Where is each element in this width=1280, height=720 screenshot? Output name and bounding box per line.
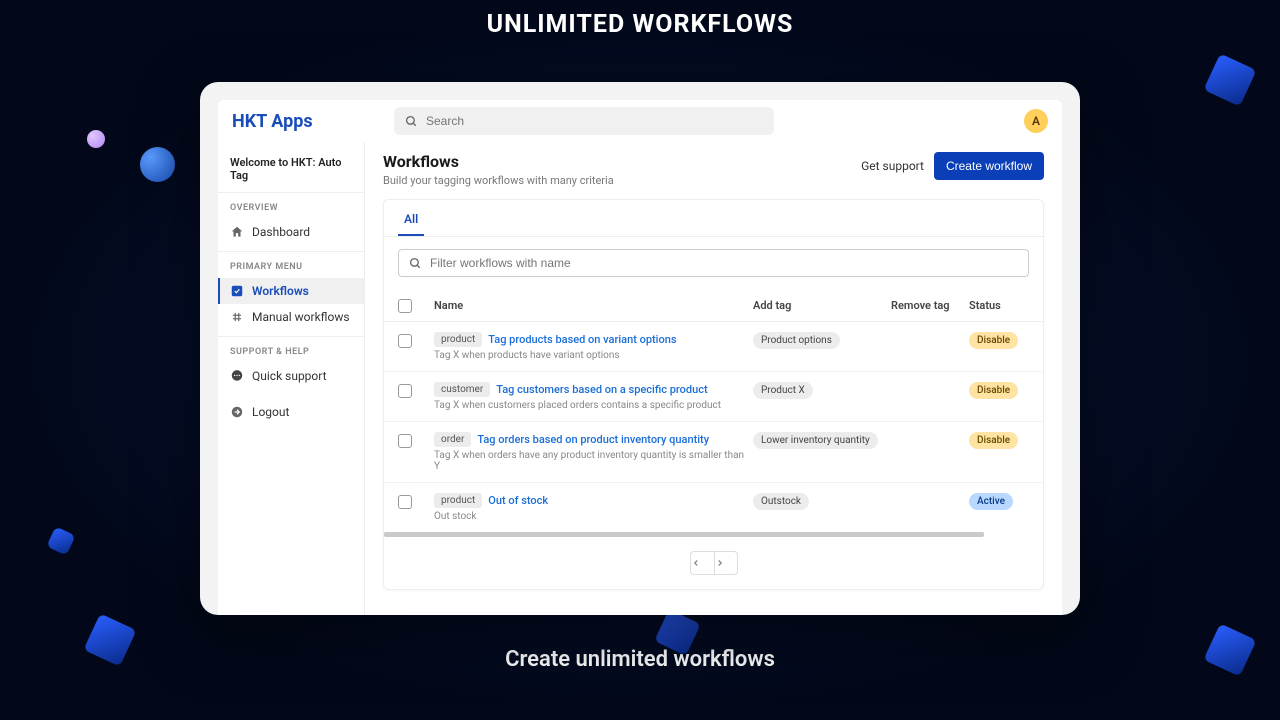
sidebar-item-label: Manual workflows [252, 310, 350, 324]
search-input[interactable] [426, 114, 764, 128]
home-icon [230, 225, 244, 239]
add-tag-pill: Product options [753, 332, 840, 349]
row-checkbox[interactable] [398, 495, 412, 509]
col-status: Status [969, 299, 1029, 312]
main-content: Workflows Build your tagging workflows w… [365, 142, 1062, 615]
sidebar-item-logout[interactable]: Logout [218, 399, 364, 425]
workflows-panel: All Name Add tag Remove tag [383, 199, 1044, 590]
page-title: Workflows [383, 152, 614, 171]
status-badge: Active [969, 493, 1013, 510]
workflow-link[interactable]: Out of stock [488, 494, 548, 507]
search-icon [409, 257, 422, 270]
chat-icon [230, 369, 244, 383]
add-tag-pill: Lower inventory quantity [753, 432, 878, 449]
sidebar-item-label: Workflows [252, 284, 309, 298]
check-icon [230, 284, 244, 298]
workflow-link[interactable]: Tag orders based on product inventory qu… [477, 433, 709, 446]
topbar: HKT Apps A [218, 100, 1062, 142]
sidebar-item-manual[interactable]: Manual workflows [218, 304, 364, 330]
select-all-checkbox[interactable] [398, 299, 412, 313]
row-checkbox[interactable] [398, 434, 412, 448]
welcome-text: Welcome to HKT: Auto Tag [218, 152, 364, 193]
sidebar: Welcome to HKT: Auto Tag OVERVIEW Dashbo… [218, 142, 365, 615]
sidebar-item-label: Quick support [252, 369, 327, 383]
sidebar-heading-support: SUPPORT & HELP [218, 347, 364, 363]
app-window: HKT Apps A Welcome to HKT: Auto Tag OVER… [200, 82, 1080, 615]
col-remove-tag: Remove tag [891, 299, 961, 312]
type-badge: order [434, 432, 471, 447]
sidebar-item-label: Logout [252, 405, 289, 419]
page-subtitle: Build your tagging workflows with many c… [383, 174, 614, 187]
type-badge: product [434, 493, 482, 508]
workflow-desc: Out stock [434, 511, 745, 522]
next-page-button[interactable] [714, 551, 738, 575]
pagination [384, 537, 1043, 589]
get-support-link[interactable]: Get support [861, 159, 924, 173]
type-badge: product [434, 332, 482, 347]
sidebar-item-dashboard[interactable]: Dashboard [218, 219, 364, 245]
workflow-link[interactable]: Tag products based on variant options [488, 333, 676, 346]
add-tag-pill: Outstock [753, 493, 809, 510]
row-checkbox[interactable] [398, 334, 412, 348]
filter-field[interactable] [398, 249, 1029, 277]
hero-subtitle: Create unlimited workflows [0, 647, 1280, 672]
col-name: Name [434, 299, 745, 312]
avatar[interactable]: A [1024, 109, 1048, 133]
search-field[interactable] [394, 107, 774, 135]
workflow-desc: Tag X when customers placed orders conta… [434, 400, 745, 411]
filter-input[interactable] [430, 256, 1018, 270]
col-add-tag: Add tag [753, 299, 883, 312]
sidebar-heading-primary: PRIMARY MENU [218, 262, 364, 278]
status-badge: Disable [969, 382, 1018, 399]
hash-icon [230, 310, 244, 324]
type-badge: customer [434, 382, 490, 397]
row-checkbox[interactable] [398, 384, 412, 398]
brand-logo: HKT Apps [232, 111, 382, 132]
logout-icon [230, 405, 244, 419]
status-badge: Disable [969, 332, 1018, 349]
tab-all[interactable]: All [398, 206, 424, 236]
add-tag-pill: Product X [753, 382, 813, 399]
search-icon [404, 114, 418, 128]
status-badge: Disable [969, 432, 1018, 449]
sidebar-item-label: Dashboard [252, 225, 310, 239]
workflow-desc: Tag X when orders have any product inven… [434, 450, 745, 472]
sidebar-item-support[interactable]: Quick support [218, 363, 364, 389]
table-row: order Tag orders based on product invent… [384, 422, 1043, 483]
sidebar-heading-overview: OVERVIEW [218, 203, 364, 219]
hero-title: UNLIMITED WORKFLOWS [0, 10, 1280, 39]
table-row: product Tag products based on variant op… [384, 322, 1043, 372]
prev-page-button[interactable] [690, 551, 714, 575]
sidebar-item-workflows[interactable]: Workflows [218, 278, 364, 304]
table-row: product Out of stock Out stock Outstock … [384, 483, 1043, 532]
create-workflow-button[interactable]: Create workflow [934, 152, 1044, 180]
workflow-desc: Tag X when products have variant options [434, 350, 745, 361]
workflows-table: Name Add tag Remove tag Status product T… [384, 289, 1043, 532]
table-row: customer Tag customers based on a specif… [384, 372, 1043, 422]
workflow-link[interactable]: Tag customers based on a specific produc… [496, 383, 707, 396]
